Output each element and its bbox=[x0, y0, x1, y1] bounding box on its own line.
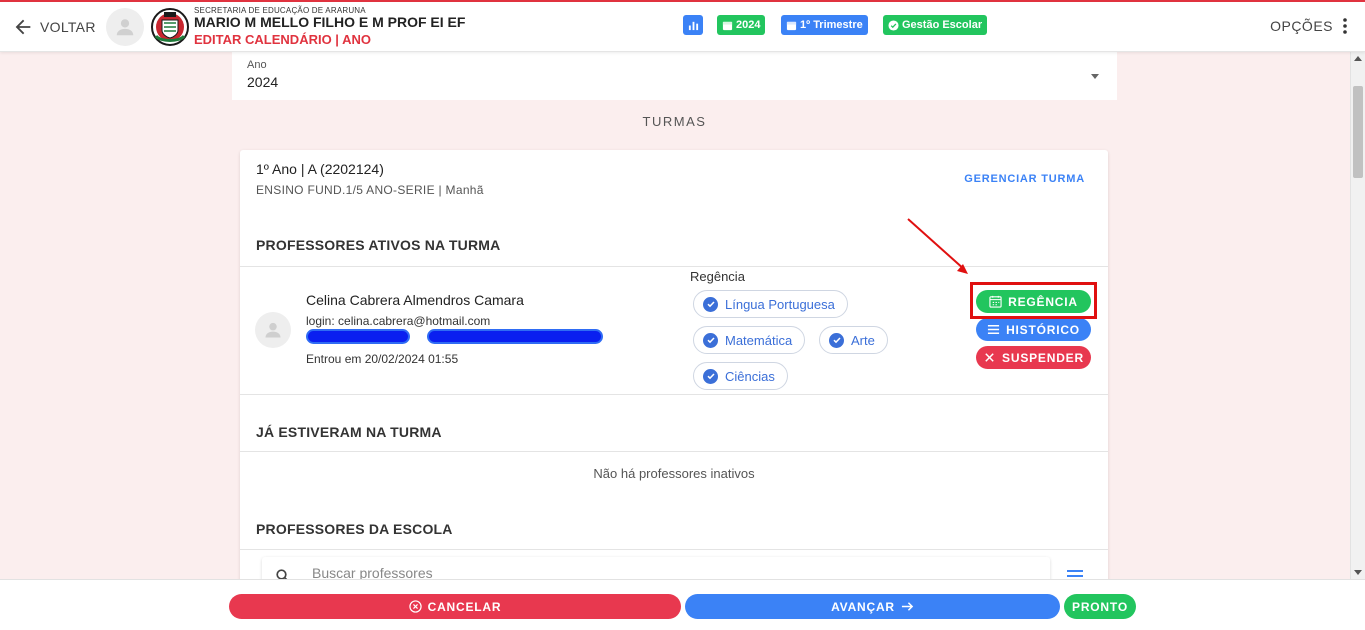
user-avatar[interactable] bbox=[106, 8, 144, 46]
year-chip-label: 2024 bbox=[736, 19, 761, 31]
annotation-highlight-box bbox=[970, 282, 1097, 319]
year-select-label: Ano bbox=[247, 59, 267, 71]
active-teachers-header: PROFESSORES ATIVOS NA TURMA bbox=[256, 237, 501, 253]
divider bbox=[240, 549, 1108, 550]
manage-class-link[interactable]: GERENCIAR TURMA bbox=[964, 173, 1085, 185]
subject-chip[interactable]: Língua Portuguesa bbox=[693, 290, 848, 318]
past-teachers-header: JÁ ESTIVERAM NA TURMA bbox=[256, 424, 442, 440]
bar-chart-icon bbox=[688, 21, 698, 30]
arrow-left-icon bbox=[15, 19, 31, 35]
no-inactive-message: Não há professores inativos bbox=[593, 466, 755, 481]
school-teachers-header: PROFESSORES DA ESCOLA bbox=[256, 521, 453, 537]
stats-chip[interactable] bbox=[683, 15, 703, 35]
subject-chip[interactable]: Matemática bbox=[693, 326, 806, 354]
options-label: OPÇÕES bbox=[1270, 18, 1333, 34]
scroll-down-icon[interactable] bbox=[1354, 570, 1362, 575]
check-circle-icon bbox=[703, 368, 718, 384]
classes-section-title: TURMAS bbox=[642, 114, 707, 129]
person-icon bbox=[265, 322, 281, 338]
divider bbox=[240, 451, 1108, 452]
check-circle-icon bbox=[703, 296, 718, 312]
class-subtitle: ENSINO FUND.1/5 ANO-SERIE | Manhã bbox=[256, 183, 484, 197]
history-button[interactable]: HISTÓRICO bbox=[976, 318, 1091, 341]
scroll-up-icon[interactable] bbox=[1354, 56, 1362, 61]
year-select-value: 2024 bbox=[247, 74, 279, 90]
teacher-entered-date: Entrou em 20/02/2024 01:55 bbox=[306, 352, 459, 366]
arrow-right-icon bbox=[901, 602, 914, 611]
done-button-label: PRONTO bbox=[1072, 599, 1128, 614]
class-title: 1º Ano | A (2202124) bbox=[256, 161, 384, 177]
redaction-mark bbox=[306, 329, 410, 344]
subject-chip[interactable]: Arte bbox=[819, 326, 888, 354]
term-chip[interactable]: 1º Trimestre bbox=[781, 15, 868, 35]
regencia-label: Regência bbox=[690, 269, 745, 284]
redaction-mark bbox=[427, 329, 603, 344]
term-chip-label: 1º Trimestre bbox=[800, 19, 863, 31]
annotation-arrow-icon bbox=[907, 218, 968, 274]
dropdown-caret-icon[interactable] bbox=[1091, 74, 1099, 79]
options-menu-button[interactable]: OPÇÕES bbox=[1270, 18, 1347, 34]
school-crest-logo bbox=[151, 8, 189, 46]
more-vertical-icon bbox=[1343, 18, 1347, 34]
divider bbox=[240, 394, 1108, 395]
close-icon bbox=[985, 353, 994, 362]
bottom-action-bar: CANCELAR AVANÇAR PRONTO bbox=[0, 579, 1365, 630]
cancel-button-label: CANCELAR bbox=[427, 599, 502, 614]
check-circle-icon bbox=[888, 19, 899, 31]
person-icon bbox=[116, 19, 134, 36]
year-select[interactable]: Ano 2024 bbox=[232, 52, 1117, 100]
history-button-label: HISTÓRICO bbox=[1006, 322, 1080, 337]
check-circle-icon bbox=[703, 332, 718, 348]
back-button[interactable]: VOLTAR bbox=[12, 16, 96, 38]
suspend-button[interactable]: SUSPENDER bbox=[976, 346, 1091, 369]
check-circle-icon bbox=[829, 332, 844, 348]
calendar-icon bbox=[786, 21, 797, 30]
cancel-button[interactable]: CANCELAR bbox=[229, 594, 681, 619]
year-chip[interactable]: 2024 bbox=[717, 15, 766, 35]
list-icon bbox=[987, 325, 1000, 334]
close-circle-icon bbox=[408, 600, 422, 613]
next-button-label: AVANÇAR bbox=[831, 599, 895, 614]
subject-chip[interactable]: Ciências bbox=[693, 362, 788, 390]
class-card: 1º Ano | A (2202124) ENSINO FUND.1/5 ANO… bbox=[240, 150, 1108, 590]
calendar-icon bbox=[722, 21, 733, 30]
subject-label: Ciências bbox=[725, 368, 775, 384]
subject-label: Língua Portuguesa bbox=[725, 296, 835, 312]
suspend-button-label: SUSPENDER bbox=[1002, 350, 1084, 365]
teacher-avatar bbox=[255, 312, 291, 348]
scroll-thumb[interactable] bbox=[1353, 86, 1363, 178]
subject-label: Arte bbox=[851, 332, 875, 348]
page-scrollbar[interactable] bbox=[1350, 52, 1365, 579]
management-chip-label: Gestão Escolar bbox=[902, 19, 983, 31]
done-button[interactable]: PRONTO bbox=[1064, 594, 1136, 619]
school-name: MARIO M MELLO FILHO E M PROF EI EF bbox=[194, 14, 466, 30]
subject-label: Matemática bbox=[725, 332, 793, 348]
back-label: VOLTAR bbox=[40, 19, 96, 35]
teacher-name: Celina Cabrera Almendros Camara bbox=[306, 292, 524, 308]
next-button[interactable]: AVANÇAR bbox=[685, 594, 1060, 619]
management-chip[interactable]: Gestão Escolar bbox=[883, 15, 988, 35]
top-bar: VOLTAR SECRETARIA DE EDUCAÇÃO DE ARARUNA… bbox=[0, 0, 1365, 52]
divider bbox=[240, 266, 1108, 267]
page-subtitle: EDITAR CALENDÁRIO | ANO bbox=[194, 32, 371, 47]
teacher-login: login: celina.cabrera@hotmail.com bbox=[306, 314, 491, 328]
